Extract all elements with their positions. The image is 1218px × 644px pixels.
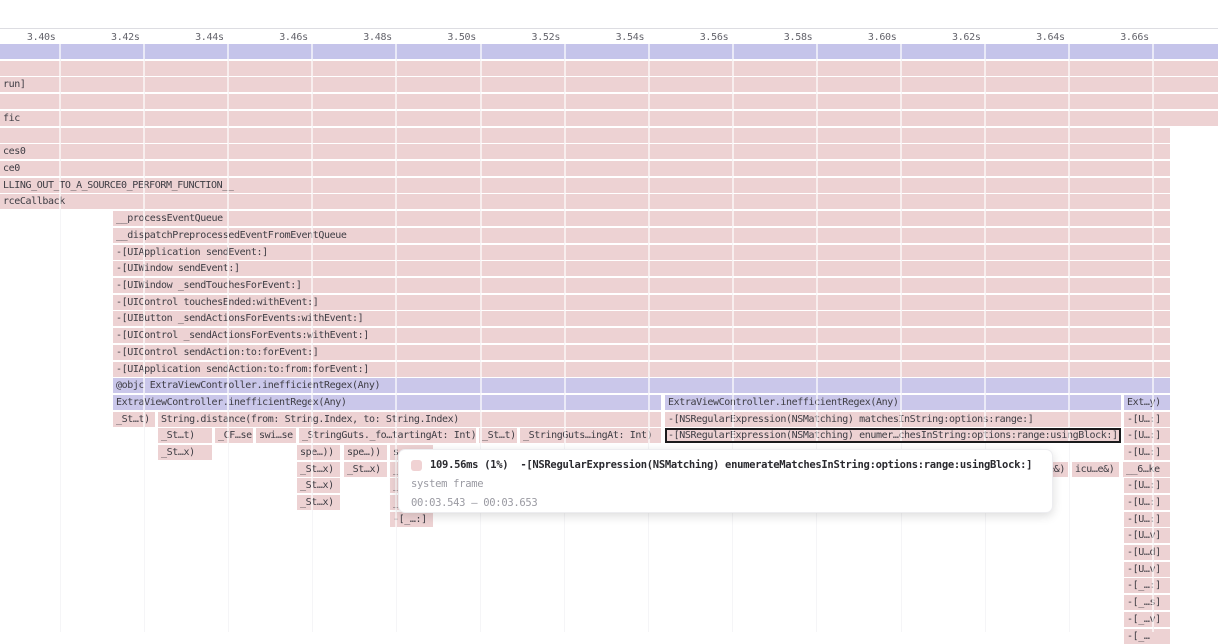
flame-box[interactable] [0, 94, 1218, 109]
flame-box[interactable]: -[UIControl sendAction:to:forEvent:] [113, 345, 1170, 360]
flame-box[interactable]: -[_…v] [1124, 612, 1170, 627]
flame-box[interactable]: -[_…:] [1124, 578, 1170, 593]
flame-box[interactable]: fic [0, 111, 1218, 126]
flame-box[interactable]: -[UIButton _sendActionsForEvents:withEve… [113, 311, 1170, 326]
flame-box[interactable]: icu…e&) [1072, 462, 1119, 477]
flame-box[interactable]: _StringGuts._fo…tartingAt: Int) [299, 428, 476, 443]
flame-box[interactable]: ce0 [0, 161, 1170, 176]
tooltip-frame-type: system frame [411, 478, 483, 490]
gridline-highlight [480, 44, 482, 632]
flame-box[interactable]: _CF…se [215, 428, 253, 443]
flame-box[interactable]: run] [0, 77, 1218, 92]
time-tick-label: 3.54s [573, 32, 644, 44]
time-tick-label: 3.58s [741, 32, 812, 44]
tooltip-duration-line: 109.56ms (1%) -[NSRegularExpression(NSMa… [430, 459, 1032, 471]
flame-box[interactable] [0, 128, 1170, 143]
flame-box[interactable]: -[U…v] [1124, 528, 1170, 543]
tooltip: 109.56ms (1%) -[NSRegularExpression(NSMa… [398, 449, 1053, 513]
flame-box[interactable]: ces0 [0, 144, 1170, 159]
flame-box[interactable]: _St…t) [113, 412, 155, 427]
time-tick-label: 3.46s [237, 32, 308, 44]
gridline-highlight [900, 44, 902, 632]
flame-box[interactable]: rceCallback [0, 194, 1170, 209]
time-tick-label: 3.50s [405, 32, 476, 44]
time-tick-label: 3.56s [657, 32, 728, 44]
time-tick-label: 3.62s [910, 32, 981, 44]
time-tick-label: 3.60s [826, 32, 897, 44]
flame-box[interactable]: -[UIWindow sendEvent:] [113, 261, 1170, 276]
flame-box[interactable]: LLING_OUT_TO_A_SOURCE0_PERFORM_FUNCTION_… [0, 178, 1170, 193]
time-tick-label: 3.40s [0, 32, 56, 44]
flame-box[interactable]: -[U…:] [1124, 478, 1170, 493]
flame-box[interactable]: spe…)) [297, 445, 340, 460]
frame-color-swatch [411, 460, 422, 471]
flame-box[interactable]: -[U…:] [1124, 445, 1170, 460]
gridline-highlight [395, 44, 397, 632]
flame-chart: 3.40s 3.42s 3.44s 3.46s 3.48s 3.50s 3.52s 3.54s… [0, 0, 1218, 632]
flame-box[interactable]: String.distance(from: String.Index, to: … [158, 412, 661, 427]
time-tick-label: 3.64s [994, 32, 1065, 44]
flame-box[interactable]: -[UIControl _sendActionsForEvents:withEv… [113, 328, 1170, 343]
tooltip-time-range: 00:03.543 — 00:03.653 [411, 497, 537, 509]
gridline-highlight [227, 44, 229, 632]
flame-box[interactable]: -[U…:] [1124, 428, 1170, 443]
gridline-highlight [311, 44, 313, 632]
gridline-highlight [59, 44, 61, 632]
flame-box[interactable]: -[_… [1124, 629, 1170, 644]
gridline-highlight [732, 44, 734, 632]
gridline-highlight [1068, 44, 1070, 632]
flame-box[interactable]: -[U…:] [1124, 495, 1170, 510]
flame-box[interactable]: @objc ExtraViewController.inefficientReg… [113, 378, 1170, 393]
time-tick-label: 3.42s [69, 32, 140, 44]
gridline-highlight [984, 44, 986, 632]
flame-box[interactable]: _St…t) [158, 428, 212, 443]
flame-box[interactable]: ExtraViewController.inefficientRegex(Any… [113, 395, 661, 410]
flame-box[interactable]: -[UIWindow _sendTouchesForEvent:] [113, 278, 1170, 293]
flame-box[interactable]: -[_…s] [1124, 595, 1170, 610]
flame-box[interactable]: swi…se [256, 428, 296, 443]
gridline-highlight [1152, 44, 1154, 632]
flame-box[interactable]: _StringGuts…ingAt: Int) [520, 428, 661, 443]
gridline-highlight [143, 44, 145, 632]
time-tick-label: 3.44s [153, 32, 224, 44]
flame-box[interactable]: -[UIControl touchesEnded:withEvent:] [113, 295, 1170, 310]
flame-box[interactable]: -[UIApplication sendEvent:] [113, 245, 1170, 260]
time-ruler: 3.40s 3.42s 3.44s 3.46s 3.48s 3.50s 3.52s 3.54s… [0, 28, 1218, 45]
flame-box[interactable]: _St…x) [297, 462, 340, 477]
time-tick-label: 3.6 [1192, 32, 1218, 44]
flame-box[interactable]: spe…)) [344, 445, 387, 460]
flame-box[interactable] [0, 61, 1218, 76]
flame-box[interactable]: _St…t) [479, 428, 517, 443]
flame-box[interactable]: -[UIApplication sendAction:to:from:forEv… [113, 362, 1170, 377]
flame-box[interactable]: _St…x) [158, 445, 212, 460]
gridline-highlight [816, 44, 818, 632]
time-tick-label: 3.48s [321, 32, 392, 44]
flame-box[interactable]: -[U…v] [1124, 562, 1170, 577]
gridline-highlight [564, 44, 566, 632]
flame-box[interactable] [0, 44, 1218, 59]
flame-box[interactable]: __6…ke [1123, 462, 1170, 477]
flame-box[interactable]: _St…x) [344, 462, 387, 477]
flame-box[interactable]: __dispatchPreprocessedEventFromEventQueu… [113, 228, 1170, 243]
flame-box[interactable]: __processEventQueue [113, 211, 1170, 226]
flame-box[interactable]: -[U…d] [1124, 545, 1170, 560]
flame-box[interactable]: _St…x) [297, 495, 340, 510]
flame-box[interactable]: _St…x) [297, 478, 340, 493]
time-tick-label: 3.66s [1078, 32, 1149, 44]
flame-box[interactable]: Ext…y) [1124, 395, 1170, 410]
gridline-highlight [648, 44, 650, 632]
flame-box[interactable]: -[U…:] [1124, 512, 1170, 527]
time-tick-label: 3.52s [489, 32, 560, 44]
flame-box[interactable]: -[U…:] [1124, 412, 1170, 427]
